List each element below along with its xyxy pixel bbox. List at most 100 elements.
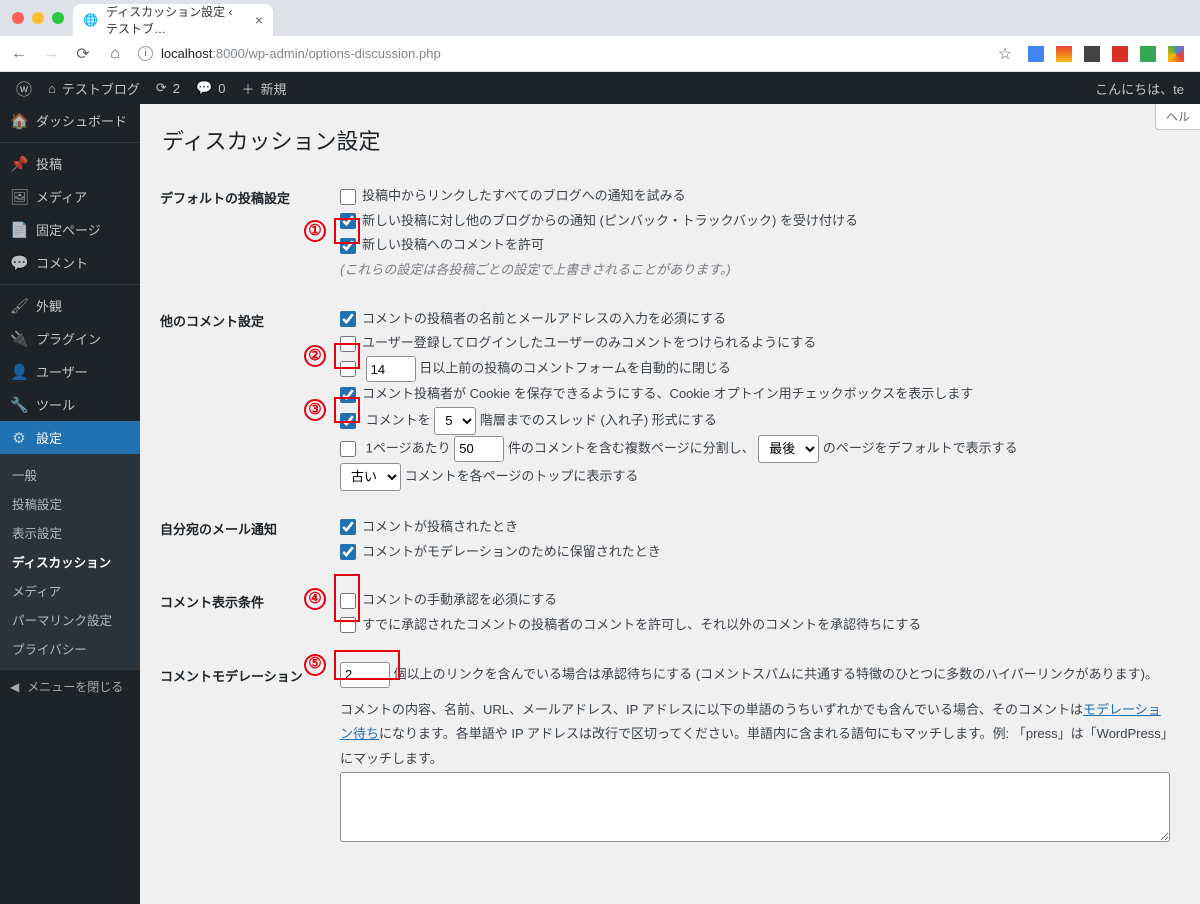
ext-gmail-icon[interactable] [1056,46,1072,62]
ext-icon-3[interactable] [1140,46,1156,62]
annotation-box-4 [334,574,360,622]
select-default-page[interactable]: 最後 [758,435,819,463]
submenu-label: パーマリンク設定 [12,610,112,629]
wrench-icon: 🔧 [10,396,28,414]
default-post-note: (これらの設定は各投稿ごとの設定で上書きされることがあります。) [340,258,1170,283]
submenu-privacy[interactable]: プライバシー [0,634,140,663]
adminbar-updates[interactable]: ⟳ 2 [148,72,188,104]
address-bar: ← → ⟳ ⌂ i localhost:8000/wp-admin/option… [0,36,1200,72]
settings-icon: ⚙ [10,429,28,447]
close-tab-icon[interactable]: × [255,12,263,28]
window-controls[interactable] [12,12,64,24]
brush-icon: 🖌 [10,297,28,315]
adminbar-site-link[interactable]: ⌂ テストブログ [40,72,148,104]
sidebar-item-tools[interactable]: 🔧ツール [0,388,140,421]
label-order-suffix: コメントを各ページのトップに表示する [405,468,639,483]
moderation-desc-prefix: コメントの内容、名前、URL、メールアドレス、IP アドレスに以下の単語のうちい… [340,702,1083,717]
input-auto-close-days[interactable] [366,356,416,382]
label-page-mid: 件のコメントを含む複数ページに分割し、 [508,440,755,455]
annotation-num-3: ③ [304,399,326,421]
site-info-icon[interactable]: i [138,46,153,61]
checkbox-email-moderation[interactable] [340,544,356,560]
submenu-general[interactable]: 一般 [0,460,140,489]
adminbar-updates-count: 2 [173,81,180,96]
adminbar-account[interactable]: こんにちは、te [1087,72,1192,104]
label-require-name: コメントの投稿者の名前とメールアドレスの入力を必須にする [362,311,726,326]
globe-icon: 🌐 [83,13,98,27]
sidebar-item-settings[interactable]: ⚙設定 [0,421,140,454]
url-field[interactable]: i localhost:8000/wp-admin/options-discus… [138,46,982,61]
media-icon: 🖼 [10,188,28,206]
checkbox-pingback[interactable] [340,189,356,205]
ext-google-icon[interactable] [1168,46,1184,62]
minimize-window-icon[interactable] [32,12,44,24]
checkbox-require-name[interactable] [340,311,356,327]
submenu-reading[interactable]: 表示設定 [0,518,140,547]
submenu-discussion[interactable]: ディスカッション [0,547,140,576]
annotation-box-3 [334,397,360,423]
submenu-label: 一般 [12,465,37,484]
star-icon[interactable]: ☆ [996,44,1014,64]
sidebar-item-posts[interactable]: 📌投稿 [0,147,140,180]
label-email-posted: コメントが投稿されたとき [362,519,518,534]
collapse-label: メニューを閉じる [27,678,123,695]
sidebar-item-media[interactable]: 🖼 メディア [0,180,140,213]
admin-sidebar: 🏠 ダッシュボード 📌投稿 🖼 メディア 📄固定ページ 💬コメント 🖌 外観 🔌プラグ… [0,104,140,904]
select-comment-order[interactable]: 古い [340,463,401,491]
dashboard-icon: 🏠 [10,112,28,130]
sidebar-item-dashboard[interactable]: 🏠 ダッシュボード [0,104,140,137]
adminbar-new[interactable]: ＋ 新規 [233,72,294,104]
home-button[interactable]: ⌂ [106,45,124,63]
textarea-moderation-keys[interactable] [340,772,1170,842]
submenu-permalink[interactable]: パーマリンク設定 [0,605,140,634]
ext-icon[interactable] [1084,46,1100,62]
label-allow-comments: 新しい投稿へのコメントを許可 [362,237,544,252]
label-manual-approve: コメントの手動承認を必須にする [362,592,557,607]
section-moderation-heading: コメントモデレーション [160,652,340,865]
back-button[interactable]: ← [10,45,28,63]
select-thread-depth[interactable]: 5 [434,407,476,435]
sidebar-label: ダッシュボード [36,111,127,130]
input-per-page[interactable] [454,436,504,462]
annotation-box-5 [334,650,400,680]
submenu-writing[interactable]: 投稿設定 [0,489,140,518]
annotation-num-2: ② [304,345,326,367]
sidebar-item-appearance[interactable]: 🖌 外観 [0,289,140,322]
browser-tab[interactable]: 🌐 ディスカッション設定 ‹ テストブ… × [73,4,273,36]
label-cookie-optin: コメント投稿者が Cookie を保存できるようにする、Cookie オプトイン… [362,386,973,401]
help-tab[interactable]: ヘル [1155,104,1200,130]
ext-translate-icon[interactable] [1028,46,1044,62]
maximize-window-icon[interactable] [52,12,64,24]
ext-icon-2[interactable] [1112,46,1128,62]
wp-logo-icon[interactable]: ⓦ [8,72,40,104]
submenu-label: 投稿設定 [12,494,62,513]
submenu-media[interactable]: メディア [0,576,140,605]
page-title: ディスカッション設定 [162,124,1180,156]
sidebar-label: メディア [36,187,87,206]
collapse-icon: ◀ [10,680,19,694]
annotation-box-1 [334,218,360,244]
pin-icon: 📌 [10,155,28,173]
checkbox-paginate[interactable] [340,441,356,457]
collapse-menu[interactable]: ◀ メニューを閉じる [0,669,140,703]
adminbar-comments[interactable]: 💬 0 [188,72,233,104]
forward-button[interactable]: → [42,45,60,63]
adminbar-new-label: 新規 [260,79,286,98]
label-page-suffix: のページをデフォルトで表示する [823,440,1018,455]
moderation-desc-suffix: になります。各単語や IP アドレスは改行で区切ってください。単語内に含まれる語… [340,726,1167,766]
sidebar-label: プラグイン [36,329,101,348]
sidebar-item-plugins[interactable]: 🔌プラグイン [0,322,140,355]
tab-title: ディスカッション設定 ‹ テストブ… [106,3,247,37]
sidebar-item-pages[interactable]: 📄固定ページ [0,213,140,246]
label-require-login: ユーザー登録してログインしたユーザーのみコメントをつけられるようにする [362,335,816,350]
section-email-heading: 自分宛のメール通知 [160,505,340,578]
reload-button[interactable]: ⟳ [74,44,92,64]
comment-icon: 💬 [10,254,28,272]
page-icon: 📄 [10,221,28,239]
sidebar-label: 外観 [36,296,62,315]
home-icon: ⌂ [48,81,56,96]
sidebar-item-users[interactable]: 👤ユーザー [0,355,140,388]
checkbox-email-posted[interactable] [340,519,356,535]
close-window-icon[interactable] [12,12,24,24]
sidebar-item-comments[interactable]: 💬コメント [0,246,140,279]
